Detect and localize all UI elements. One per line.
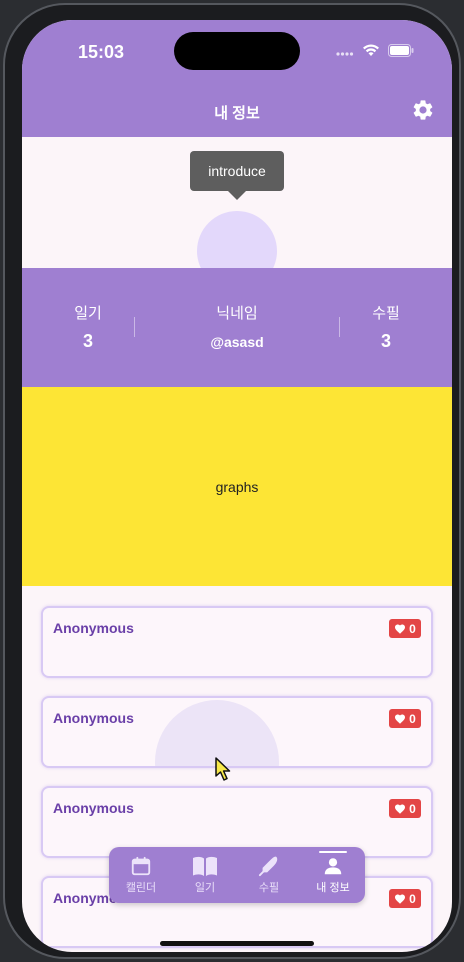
stat-essay[interactable]: 수필 3 (356, 302, 416, 352)
app-header: 15:03 내 정보 (22, 20, 452, 137)
stat-divider (134, 317, 135, 337)
stat-diary[interactable]: 일기 3 (58, 302, 118, 352)
like-count: 0 (409, 621, 416, 636)
introduce-tooltip: introduce (190, 151, 284, 200)
nav-label: 내 정보 (316, 882, 350, 894)
card-author: Anonymous (53, 710, 134, 726)
heart-icon (395, 714, 406, 724)
feed-card[interactable]: Anonymous 0 (41, 606, 433, 678)
status-time: 15:03 (78, 42, 125, 62)
stat-essay-label: 수필 (372, 305, 400, 322)
book-icon (193, 856, 217, 876)
heart-icon (395, 894, 406, 904)
mouse-cursor-icon (215, 757, 231, 781)
stats-bar: 일기 3 닉네임 @asasd 수필 3 (22, 268, 452, 387)
nav-item-my-info[interactable]: 내 정보 (301, 847, 365, 903)
bottom-nav: 캘린더 일기 수필 내 정보 (109, 847, 365, 903)
nav-item-diary[interactable]: 일기 (173, 847, 237, 903)
feed-card[interactable]: Anonymous 0 (41, 696, 433, 768)
like-badge[interactable]: 0 (389, 799, 421, 818)
home-indicator (160, 941, 314, 946)
graphs-label: graphs (215, 478, 259, 495)
heart-icon (395, 624, 406, 634)
stat-essay-count: 3 (380, 331, 391, 351)
stat-diary-count: 3 (82, 331, 93, 351)
nav-label: 캘린더 (125, 882, 157, 894)
card-author: Anonymous (53, 800, 134, 816)
stat-diary-label: 일기 (74, 305, 102, 322)
like-count: 0 (409, 801, 416, 816)
nav-label: 수필 (258, 882, 280, 894)
stat-nickname-value: @asasd (210, 334, 264, 350)
nav-item-calendar[interactable]: 캘린더 (109, 847, 173, 903)
phone-frame: 15:03 내 정보 introduce 일기 3 닉네임 @asasd 수필 … (3, 3, 461, 959)
stat-divider (339, 317, 340, 337)
calendar-icon (131, 856, 151, 876)
page-title: 내 정보 (214, 105, 260, 122)
graphs-section: graphs (22, 387, 452, 586)
gear-icon[interactable] (411, 98, 435, 122)
pen-icon (258, 856, 278, 877)
like-badge[interactable]: 0 (389, 619, 421, 638)
like-count: 0 (409, 711, 416, 726)
card-author: Anonymous (53, 620, 134, 636)
status-icons (336, 44, 414, 57)
stat-nickname: 닉네임 @asasd (172, 302, 302, 350)
like-badge[interactable]: 0 (389, 889, 421, 908)
heart-icon (395, 804, 406, 814)
stat-nickname-label: 닉네임 (216, 305, 258, 322)
app-screen: 15:03 내 정보 introduce 일기 3 닉네임 @asasd 수필 … (22, 20, 452, 952)
person-icon (324, 858, 342, 875)
signal-icon (336, 51, 354, 56)
nav-label: 일기 (194, 882, 216, 894)
nav-item-essay[interactable]: 수필 (237, 847, 301, 903)
profile-section: introduce (22, 137, 452, 291)
dynamic-island (174, 32, 300, 70)
battery-icon (388, 44, 414, 57)
like-badge[interactable]: 0 (389, 709, 421, 728)
like-count: 0 (409, 891, 416, 906)
wifi-icon (363, 44, 379, 56)
